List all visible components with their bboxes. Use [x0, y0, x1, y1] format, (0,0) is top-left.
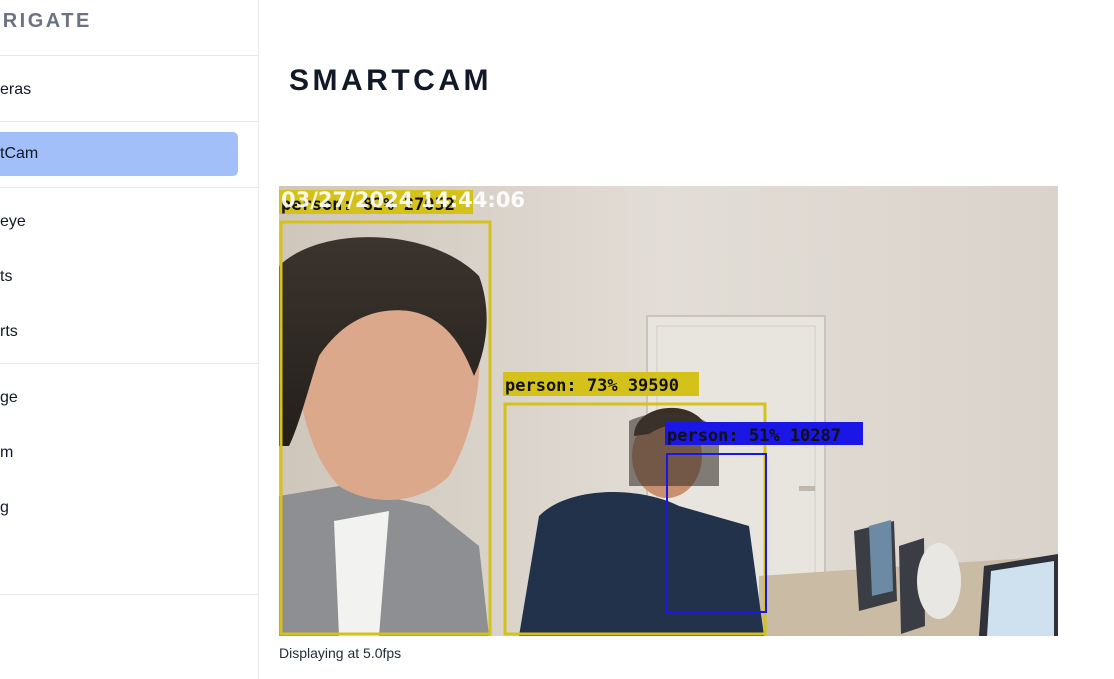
detection-label-2: person: 51% 10287: [667, 426, 841, 446]
scene-laptop-1-screen: [869, 520, 893, 596]
sidebar-item-storage[interactable]: ge: [0, 376, 238, 420]
page-title: SMARTCAM: [289, 64, 492, 97]
sidebar-item-system[interactable]: m: [0, 431, 238, 475]
camera-feed[interactable]: person: 82% 27052 person: 73% 39590 pers…: [279, 186, 1058, 636]
sidebar-item-smartcam[interactable]: tCam: [0, 132, 238, 176]
sidebar-item-cameras[interactable]: eras: [0, 68, 238, 112]
sidebar-item-label: eras: [0, 81, 32, 98]
sidebar-item-label: m: [0, 444, 14, 461]
sidebar-item-exports[interactable]: rts: [0, 310, 238, 354]
scene-bag: [917, 543, 961, 619]
fps-status: Displaying at 5.0fps: [279, 645, 402, 661]
sidebar-item-config[interactable]: g: [0, 486, 238, 530]
sidebar-item-label: eye: [0, 213, 26, 230]
sidebar-item-label: g: [0, 499, 9, 516]
sidebar-divider: [0, 594, 258, 595]
app-root: FRIGATE eras tCam eye ts rts ge m g: [0, 0, 1114, 679]
scene-laptop-3-screen: [987, 561, 1054, 636]
sidebar-item-events[interactable]: ts: [0, 255, 238, 299]
sidebar: FRIGATE eras tCam eye ts rts ge m g: [0, 0, 259, 679]
sidebar-item-birdseye[interactable]: eye: [0, 200, 238, 244]
brand-logo-text[interactable]: FRIGATE: [0, 10, 92, 33]
feed-timestamp: 03/27/2024 14:44:06: [281, 188, 525, 212]
detection-label-1: person: 73% 39590: [505, 376, 679, 396]
sidebar-divider: [0, 121, 258, 122]
main-content: SMARTCAM person: 82% 27052 person: 73% 3…: [259, 0, 1114, 679]
brand-header: FRIGATE: [0, 0, 258, 56]
sidebar-item-label: ts: [0, 268, 13, 285]
sidebar-divider: [0, 363, 258, 364]
sidebar-item-label: rts: [0, 323, 18, 340]
camera-feed-frame: person: 82% 27052 person: 73% 39590 pers…: [279, 186, 1058, 636]
sidebar-divider: [0, 187, 258, 188]
sidebar-item-label: ge: [0, 389, 18, 406]
sidebar-item-label: tCam: [0, 145, 39, 162]
scene-door-handle: [799, 486, 815, 491]
